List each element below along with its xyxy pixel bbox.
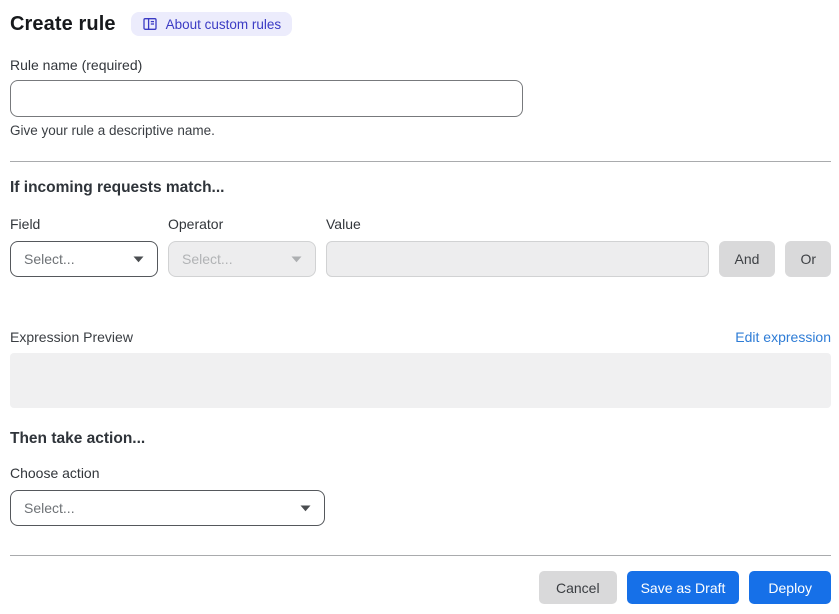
- edit-expression-link[interactable]: Edit expression: [735, 329, 831, 345]
- or-button[interactable]: Or: [785, 241, 831, 277]
- rule-name-label: Rule name (required): [10, 57, 143, 73]
- deploy-button[interactable]: Deploy: [749, 571, 831, 604]
- about-custom-rules-link[interactable]: About custom rules: [130, 12, 293, 36]
- create-rule-page: Create rule About custom rules Rule name…: [0, 0, 839, 614]
- choose-action-label: Choose action: [10, 465, 100, 481]
- chevron-down-icon: [300, 505, 311, 512]
- book-icon: [142, 16, 158, 32]
- section-divider: [10, 161, 831, 162]
- field-column: Field Select...: [10, 216, 158, 277]
- value-input[interactable]: [326, 241, 709, 277]
- match-section-heading: If incoming requests match...: [10, 179, 225, 196]
- expression-preview-header: Expression Preview Edit expression: [10, 329, 831, 345]
- expression-preview-label: Expression Preview: [10, 329, 133, 345]
- rule-name-input[interactable]: [10, 80, 523, 117]
- value-label: Value: [326, 216, 361, 232]
- field-select[interactable]: Select...: [10, 241, 158, 277]
- chevron-down-icon: [133, 256, 144, 263]
- operator-select[interactable]: Select...: [168, 241, 316, 277]
- page-header: Create rule About custom rules: [10, 12, 831, 36]
- chevron-down-icon: [291, 256, 302, 263]
- footer-actions: Cancel Save as Draft Deploy: [10, 571, 831, 604]
- field-label: Field: [10, 216, 41, 232]
- action-section-heading: Then take action...: [10, 430, 146, 447]
- operator-column: Operator Select...: [168, 216, 316, 277]
- field-select-value: Select...: [24, 251, 75, 267]
- page-title: Create rule: [10, 12, 116, 35]
- choose-action-select[interactable]: Select...: [10, 490, 325, 526]
- about-badge-label: About custom rules: [165, 16, 282, 32]
- match-controls-row: Field Select... Operator Select... Value…: [10, 216, 831, 277]
- operator-label: Operator: [168, 216, 224, 232]
- footer-divider: [10, 555, 831, 556]
- value-column: Value: [326, 216, 709, 277]
- rule-name-group: Rule name (required) Give your rule a de…: [10, 57, 831, 138]
- and-button[interactable]: And: [718, 241, 776, 277]
- operator-select-value: Select...: [182, 251, 233, 267]
- save-as-draft-button[interactable]: Save as Draft: [626, 571, 740, 604]
- choose-action-select-value: Select...: [24, 500, 75, 516]
- expression-preview-box: [10, 353, 831, 408]
- cancel-button[interactable]: Cancel: [538, 571, 617, 604]
- rule-name-helper-text: Give your rule a descriptive name.: [10, 123, 215, 138]
